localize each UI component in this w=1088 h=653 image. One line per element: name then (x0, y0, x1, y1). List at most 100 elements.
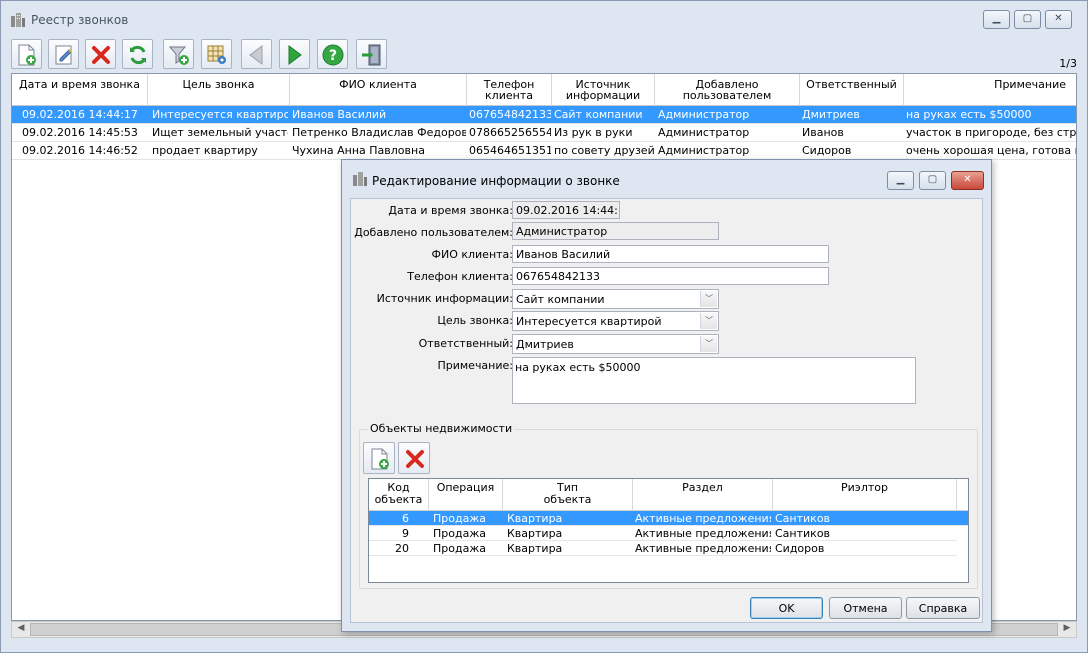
calls-grid-header: Дата и время звонка Цель звонка ФИО клие… (12, 74, 1076, 106)
cell-phone: 067654842133 (469, 108, 551, 121)
column-header-source[interactable]: Источник информации (552, 74, 655, 106)
help-dialog-button[interactable]: Справка (906, 597, 980, 619)
client-field[interactable]: Иванов Василий (512, 245, 829, 263)
help-button[interactable]: ? (317, 39, 348, 69)
add-object-button[interactable] (363, 442, 395, 474)
edit-button[interactable] (48, 39, 79, 69)
delete-object-button[interactable] (398, 442, 430, 474)
cell-code: 20 (395, 542, 409, 555)
object-row[interactable]: 6 Продажа Квартира Активные предложения … (369, 511, 968, 526)
scroll-left-icon[interactable]: ◀ (13, 623, 29, 636)
datetime-label: Дата и время звонка: (388, 204, 513, 217)
page-indicator: 1/3 (1059, 57, 1077, 70)
table-settings-button[interactable] (201, 39, 232, 69)
dialog-minimize-button[interactable]: ▁ (887, 171, 914, 190)
cell-code: 6 (402, 512, 409, 525)
dialog-close-button[interactable]: ✕ (951, 171, 984, 190)
cell-source: Из рук в руки (554, 126, 633, 139)
delete-icon (406, 450, 424, 468)
table-settings-icon (207, 45, 226, 64)
cell-client: Иванов Василий (292, 108, 387, 121)
cell-section: Активные предложения (635, 527, 771, 540)
cell-section: Активные предложения (635, 542, 771, 555)
column-header-realtor[interactable]: Риэлтор (773, 479, 957, 511)
object-row[interactable]: 20 Продажа Квартира Активные предложения… (369, 541, 957, 556)
close-icon: ✕ (963, 174, 972, 185)
add-button[interactable] (11, 39, 42, 69)
objects-grid-header: Код объекта Операция Тип объекта Раздел Ри… (369, 479, 968, 511)
cell-added-by: Администратор (658, 144, 750, 157)
chevron-down-icon[interactable]: ﹀ (700, 291, 717, 307)
responsible-select[interactable]: Дмитриев ﹀ (512, 334, 719, 354)
note-textarea[interactable]: на руках есть $50000 (512, 357, 916, 404)
table-row[interactable]: 09.02.2016 14:44:17 Интересуется квартир… (12, 106, 1076, 124)
maximize-button[interactable]: ▢ (1014, 10, 1041, 29)
maximize-icon: ▢ (1022, 13, 1033, 24)
refresh-icon (130, 45, 146, 65)
previous-button[interactable] (241, 39, 272, 69)
objects-groupbox: Объекты недвижимости Код объекта Операция… (359, 422, 978, 589)
added-by-field: Администратор (512, 222, 719, 240)
add-document-icon (18, 44, 36, 66)
scroll-right-icon[interactable]: ▶ (1059, 623, 1075, 636)
purpose-select[interactable]: Интересуется квартирой ﹀ (512, 311, 719, 331)
column-header-note[interactable]: Примечание (904, 74, 1076, 106)
filter-button[interactable] (163, 39, 194, 69)
column-header-section[interactable]: Раздел (633, 479, 773, 511)
cell-realtor: Сантиков (775, 512, 831, 525)
column-header-added-by[interactable]: Добавлено пользователем (655, 74, 800, 106)
column-header-client[interactable]: ФИО клиента (290, 74, 467, 106)
datetime-field: 09.02.2016 14:44:17 (512, 201, 620, 219)
cell-realtor: Сидоров (775, 542, 825, 555)
cell-responsible: Дмитриев (802, 108, 860, 121)
responsible-label: Ответственный: (418, 337, 513, 350)
column-header-phone[interactable]: Телефон клиента (467, 74, 552, 106)
purpose-label: Цель звонка: (437, 314, 513, 327)
cell-type: Квартира (507, 512, 563, 525)
cell-added-by: Администратор (658, 126, 750, 139)
column-header-code[interactable]: Код объекта (369, 479, 429, 511)
arrow-left-icon (249, 45, 263, 65)
cell-source: по совету друзей (554, 144, 654, 157)
phone-field[interactable]: 067654842133 (512, 267, 829, 285)
dialog-titlebar: Редактирование информации о звонке ▁ ▢ ✕ (342, 160, 991, 198)
filter-add-icon (168, 46, 189, 65)
exit-button[interactable] (356, 39, 387, 69)
object-row[interactable]: 9 Продажа Квартира Активные предложения … (369, 526, 957, 541)
next-button[interactable] (279, 39, 310, 69)
purpose-select-value: Интересуется квартирой (516, 315, 662, 328)
minimize-button[interactable]: ▁ (983, 10, 1010, 29)
ok-button[interactable]: OK (750, 597, 823, 619)
source-select-value: Сайт компании (516, 293, 605, 306)
delete-button[interactable] (85, 39, 116, 69)
column-header-type[interactable]: Тип объекта (503, 479, 633, 511)
close-icon: ✕ (1054, 13, 1063, 24)
close-button[interactable]: ✕ (1045, 10, 1072, 29)
table-row[interactable]: 09.02.2016 14:46:52 продает квартиру Чух… (12, 142, 1076, 160)
source-select[interactable]: Сайт компании ﹀ (512, 289, 719, 309)
cell-client: Чухина Анна Павловна (292, 144, 425, 157)
column-header-operation[interactable]: Операция (429, 479, 503, 511)
minimize-icon: ▁ (992, 13, 1001, 24)
cell-purpose: Интересуется квартирой (152, 108, 288, 121)
objects-group-title: Объекты недвижимости (368, 422, 515, 435)
delete-icon (92, 46, 110, 64)
column-header-responsible[interactable]: Ответственный (800, 74, 904, 106)
table-row[interactable]: 09.02.2016 14:45:53 Ищет земельный участ… (12, 124, 1076, 142)
chevron-down-icon[interactable]: ﹀ (700, 313, 717, 329)
building-icon (11, 13, 25, 27)
maximize-icon: ▢ (927, 174, 938, 185)
dialog-maximize-button[interactable]: ▢ (919, 171, 946, 190)
chevron-down-icon[interactable]: ﹀ (700, 336, 717, 352)
objects-grid[interactable]: Код объекта Операция Тип объекта Раздел Ри… (368, 478, 969, 583)
cell-phone: 0786652565546 (469, 126, 551, 139)
cancel-button[interactable]: Отмена (829, 597, 902, 619)
cell-datetime: 09.02.2016 14:45:53 (22, 126, 138, 139)
column-header-datetime[interactable]: Дата и время звонка (12, 74, 148, 106)
refresh-button[interactable] (122, 39, 153, 69)
column-header-purpose[interactable]: Цель звонка (148, 74, 290, 106)
cell-type: Квартира (507, 542, 563, 555)
dialog-title: Редактирование информации о звонке (372, 174, 620, 188)
svg-text:?: ? (329, 48, 337, 64)
add-document-icon (371, 448, 389, 470)
